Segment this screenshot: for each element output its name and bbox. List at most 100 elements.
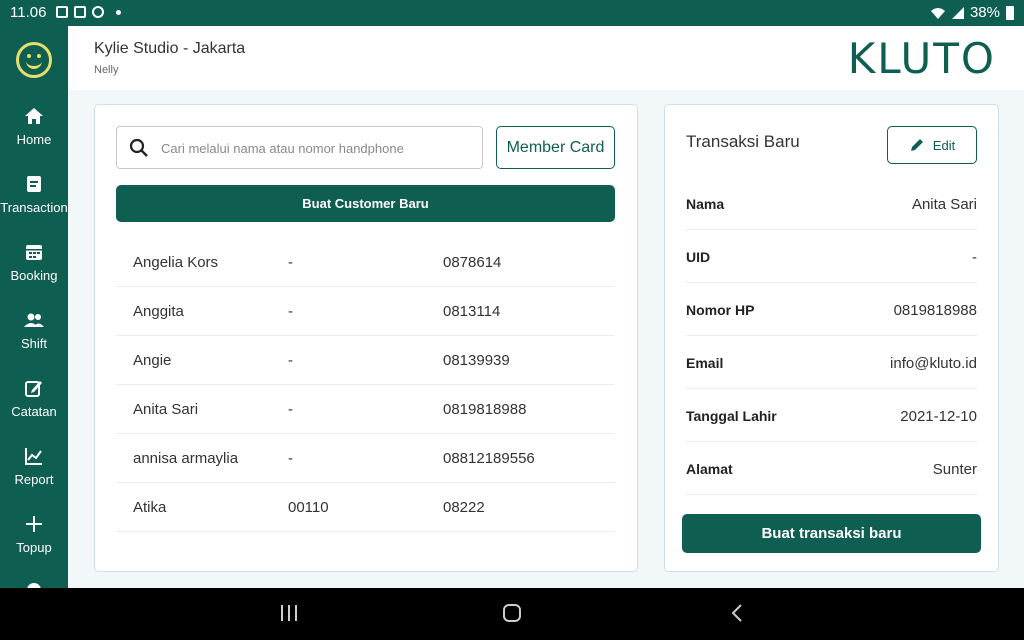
customer-name: Anita Sari: [133, 401, 199, 418]
search-box[interactable]: [116, 126, 483, 169]
table-row[interactable]: Anita Sari - 0819818988: [116, 385, 615, 434]
info-label: Email: [686, 355, 724, 371]
more-notifications-icon: [116, 9, 121, 15]
sidebar-item-label: Topup: [16, 540, 52, 555]
info-value: 2021-12-10: [900, 408, 977, 425]
customer-phone: 0878614: [443, 254, 502, 271]
home-icon: [24, 106, 44, 126]
chart-icon: [24, 446, 44, 466]
receipt-icon: [24, 174, 44, 194]
sidebar-item-shift[interactable]: Shift: [0, 310, 68, 351]
info-value: Anita Sari: [911, 196, 977, 213]
main-content: Member Card Buat Customer Baru Angelia K…: [68, 90, 1024, 588]
recent-apps-icon[interactable]: [279, 603, 299, 623]
gear-icon: [24, 580, 44, 588]
table-row[interactable]: Angie - 08139939: [116, 336, 615, 385]
customer-panel: Member Card Buat Customer Baru Angelia K…: [94, 104, 638, 572]
plus-icon: [24, 514, 44, 534]
member-card-button[interactable]: Member Card: [496, 126, 615, 169]
edit-button[interactable]: Edit: [887, 126, 977, 164]
user-name: Nelly: [94, 64, 119, 76]
info-value: 0819818988: [893, 302, 977, 319]
customer-phone: 0813114: [443, 303, 501, 320]
sidebar-item-label: Transaction: [0, 200, 68, 215]
calendar-icon: [24, 242, 44, 262]
sidebar-item-home[interactable]: Home: [0, 106, 68, 147]
new-customer-button[interactable]: Buat Customer Baru: [116, 185, 615, 222]
info-label: Nomor HP: [686, 302, 755, 318]
info-label: Alamat: [686, 461, 733, 477]
system-indicators: 38%: [930, 4, 1014, 21]
customer-phone: 08812189556: [443, 450, 535, 467]
customer-name: Angelia Kors: [133, 254, 219, 271]
customer-phone: 08139939: [443, 352, 510, 369]
calendar-notification-icon: [74, 6, 86, 18]
info-label: UID: [686, 249, 711, 265]
customer-uid: -: [288, 450, 293, 467]
image-notification-icon: [56, 6, 68, 18]
sidebar-item-transaction[interactable]: Transaction: [0, 174, 68, 215]
customer-uid: -: [288, 352, 293, 369]
home-nav-icon[interactable]: [502, 603, 522, 623]
table-row[interactable]: Angelia Kors - 0878614: [116, 238, 615, 287]
info-row-email: Email info@kluto.id: [686, 336, 977, 389]
info-row-birthdate: Tanggal Lahir 2021-12-10: [686, 389, 977, 442]
table-row[interactable]: Anggita - 0813114: [116, 287, 615, 336]
sidebar-item-report[interactable]: Report: [0, 446, 68, 487]
store-name: Kylie Studio - Jakarta: [94, 40, 246, 57]
info-row-name: Nama Anita Sari: [686, 177, 977, 230]
customer-list: Angelia Kors - 0878614 Anggita - 0813114…: [116, 238, 615, 532]
transaction-panel: Transaksi Baru Edit Nama Anita Sari UID …: [664, 104, 999, 572]
sidebar-item-label: Booking: [10, 268, 58, 283]
header: Kylie Studio - Jakarta Nelly KLUTO: [68, 26, 1024, 90]
smile-logo-icon: [16, 42, 52, 78]
pencil-icon: [910, 139, 923, 151]
info-label: Nama: [686, 196, 725, 212]
sidebar-item-label: Shift: [20, 336, 47, 351]
customer-phone: 08222: [443, 499, 485, 516]
sidebar-item-label: Report: [14, 472, 54, 487]
table-row[interactable]: annisa armaylia - 08812189556: [116, 434, 615, 483]
search-input[interactable]: [161, 137, 471, 159]
table-row[interactable]: Atika 00110 08222: [116, 483, 615, 532]
sidebar: Home Transaction Booking Shift Catatan R…: [0, 26, 68, 588]
battery-percent: 38%: [969, 4, 1000, 21]
brand-logo: KLUTO: [847, 34, 996, 83]
info-label: Tanggal Lahir: [686, 408, 777, 424]
sidebar-item-catatan[interactable]: Catatan: [0, 378, 68, 419]
edit-note-icon: [24, 378, 44, 398]
info-value: info@kluto.id: [890, 355, 977, 372]
wifi-icon: [930, 7, 945, 19]
search-icon: [129, 138, 148, 157]
status-time: 11.06: [10, 4, 47, 21]
sidebar-item-label: Home: [16, 132, 52, 147]
new-transaction-button[interactable]: Buat transaksi baru: [682, 514, 981, 553]
info-row-phone: Nomor HP 0819818988: [686, 283, 977, 336]
customer-uid: 00110: [288, 499, 329, 516]
sidebar-item-settings[interactable]: [0, 580, 68, 588]
sidebar-item-label: Catatan: [11, 404, 57, 419]
info-value: Sunter: [932, 461, 977, 478]
sidebar-item-topup[interactable]: Topup: [0, 514, 68, 555]
edit-button-label: Edit: [932, 137, 956, 153]
info-row-uid: UID -: [686, 230, 977, 283]
customer-phone: 0819818988: [443, 401, 527, 418]
customer-name: Atika: [133, 499, 167, 516]
sidebar-item-booking[interactable]: Booking: [0, 242, 68, 283]
customer-uid: -: [288, 401, 293, 418]
notification-icons: [56, 6, 121, 18]
transaction-title: Transaksi Baru: [686, 132, 800, 151]
people-icon: [24, 310, 44, 330]
sync-notification-icon: [92, 6, 104, 18]
customer-uid: -: [288, 303, 293, 320]
customer-name: Angie: [133, 352, 172, 369]
info-row-address: Alamat Sunter: [686, 442, 977, 495]
customer-uid: -: [288, 254, 293, 271]
system-nav-bar: [0, 588, 1024, 640]
status-bar: 11.06 38%: [0, 0, 1024, 26]
customer-name: annisa armaylia: [133, 450, 239, 467]
info-value: -: [972, 249, 977, 266]
back-icon[interactable]: [728, 603, 748, 623]
signal-icon: [951, 6, 964, 19]
customer-name: Anggita: [133, 303, 184, 320]
